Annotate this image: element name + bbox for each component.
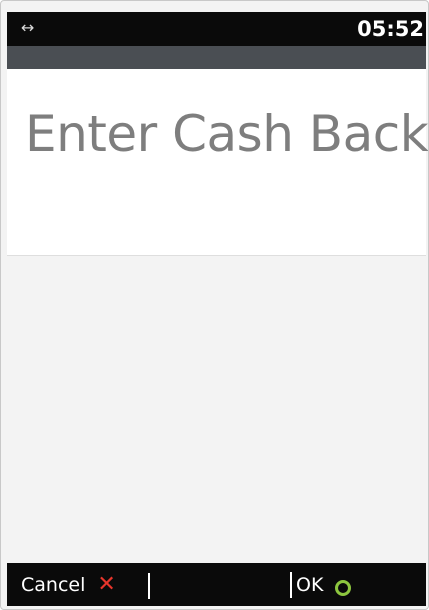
content-area	[7, 256, 426, 563]
ok-label: OK	[296, 573, 324, 596]
cancel-button[interactable]: Cancel ✕	[17, 563, 116, 606]
softkey-divider	[290, 571, 292, 598]
payment-terminal-screen: ↔ 05:52 Enter Cash Back Cancel ✕ OK	[0, 0, 429, 610]
connection-icon: ↔	[21, 18, 35, 37]
softkey-bar: Cancel ✕ OK	[7, 563, 426, 606]
ok-button[interactable]: OK	[290, 563, 352, 606]
cancel-label: Cancel	[21, 573, 86, 596]
softkey-divider	[148, 573, 150, 599]
clock-time: 05:52	[357, 17, 424, 41]
circle-o-icon	[335, 579, 352, 596]
title-panel: Enter Cash Back	[7, 69, 429, 256]
page-title: Enter Cash Back	[25, 105, 429, 163]
status-bar: ↔ 05:52	[7, 12, 426, 46]
close-x-icon: ✕	[97, 571, 116, 597]
header-sub-bar	[7, 46, 426, 69]
